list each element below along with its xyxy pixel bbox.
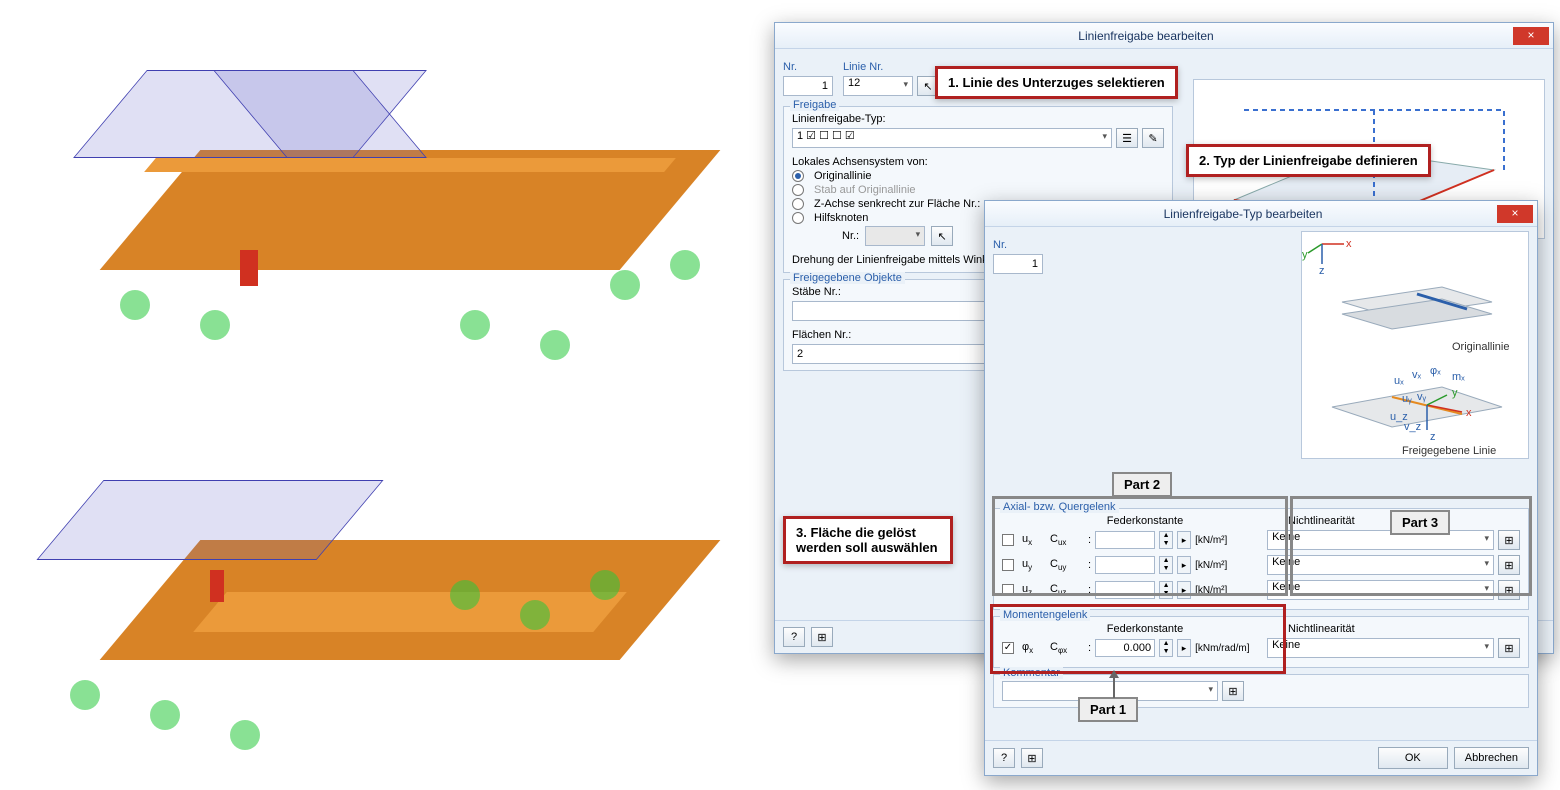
dialog2-title: Linienfreigabe-Typ bearbeiten <box>989 207 1497 221</box>
dialog-typ: Linienfreigabe-Typ bearbeiten × Nr. x y … <box>984 200 1538 776</box>
help-icon[interactable]: ? <box>783 627 805 647</box>
nonlin-phix-edit[interactable]: ⊞ <box>1498 638 1520 658</box>
calc-icon[interactable]: ⊞ <box>1021 748 1043 768</box>
viewport-3d <box>0 0 770 790</box>
svg-text:x: x <box>1346 238 1352 250</box>
svg-text:z: z <box>1430 431 1436 443</box>
dialog-title: Linienfreigabe bearbeiten <box>779 29 1513 43</box>
svg-text:Freigegebene Linie: Freigegebene Linie <box>1402 445 1496 457</box>
settings-icon[interactable]: ⊞ <box>811 627 833 647</box>
help-icon-2[interactable]: ? <box>993 748 1015 768</box>
svg-text:uᵧ: uᵧ <box>1402 393 1412 405</box>
close-icon-2[interactable]: × <box>1497 205 1533 223</box>
typ-new-icon[interactable]: ☰ <box>1116 128 1138 148</box>
svg-text:Originallinie: Originallinie <box>1452 341 1509 353</box>
linie-nr-label: Linie Nr. <box>843 61 939 73</box>
svg-text:y: y <box>1452 387 1458 399</box>
radio-hilfsknoten[interactable] <box>792 212 804 224</box>
close-icon[interactable]: × <box>1513 27 1549 45</box>
linie-nr-combo[interactable]: 12 <box>843 76 913 96</box>
objekte-label: Freigegebene Objekte <box>790 272 905 284</box>
radio-z-achse[interactable] <box>792 198 804 210</box>
svg-text:vₓ: vₓ <box>1412 369 1422 381</box>
svg-text:vᵧ: vᵧ <box>1417 391 1427 403</box>
freigabe-label: Freigabe <box>790 99 839 111</box>
diagram-pane-2: x y z Originallinie uₓ vₓ <box>1301 231 1529 459</box>
svg-text:z: z <box>1319 265 1325 277</box>
radio-originallinie[interactable] <box>792 170 804 182</box>
nr-label: Nr. <box>783 61 833 73</box>
highlight-part1 <box>990 604 1286 674</box>
part1-label: Part 1 <box>1078 697 1138 722</box>
svg-text:v_z: v_z <box>1404 421 1421 433</box>
cancel-button[interactable]: Abbrechen <box>1454 747 1529 769</box>
svg-text:y: y <box>1302 249 1308 261</box>
typ-label: Linienfreigabe-Typ: <box>792 113 1164 125</box>
typ-combo[interactable]: 1 ☑ ☐ ☐ ☑ <box>792 128 1112 148</box>
typ-edit-icon[interactable]: ✎ <box>1142 128 1164 148</box>
pick-helper-icon[interactable]: ↖ <box>931 226 953 246</box>
part3-label: Part 3 <box>1390 510 1450 535</box>
svg-text:φₓ: φₓ <box>1430 365 1441 377</box>
nonlin-phix[interactable]: Keine <box>1267 638 1494 658</box>
achsen-label: Lokales Achsensystem von: <box>792 156 1164 168</box>
nr-sub-combo <box>865 226 925 246</box>
titlebar-2: Linienfreigabe-Typ bearbeiten × <box>985 201 1537 227</box>
ok-button[interactable]: OK <box>1378 747 1448 769</box>
svg-text:x: x <box>1466 407 1472 419</box>
svg-text:uₓ: uₓ <box>1394 375 1404 387</box>
kommentar-pick[interactable]: ⊞ <box>1222 681 1244 701</box>
callout-2: 2. Typ der Linienfreigabe definieren <box>1186 144 1431 177</box>
callout-1: 1. Linie des Unterzuges selektieren <box>935 66 1178 99</box>
titlebar: Linienfreigabe bearbeiten × <box>775 23 1553 49</box>
nr-input[interactable] <box>783 76 833 96</box>
highlight-part2 <box>992 496 1288 596</box>
callout-3: 3. Fläche die gelöst werden soll auswähl… <box>783 516 953 564</box>
radio-stab <box>792 184 804 196</box>
nr2-input[interactable] <box>993 254 1043 274</box>
part2-label: Part 2 <box>1112 472 1172 497</box>
svg-text:mₓ: mₓ <box>1452 371 1465 383</box>
